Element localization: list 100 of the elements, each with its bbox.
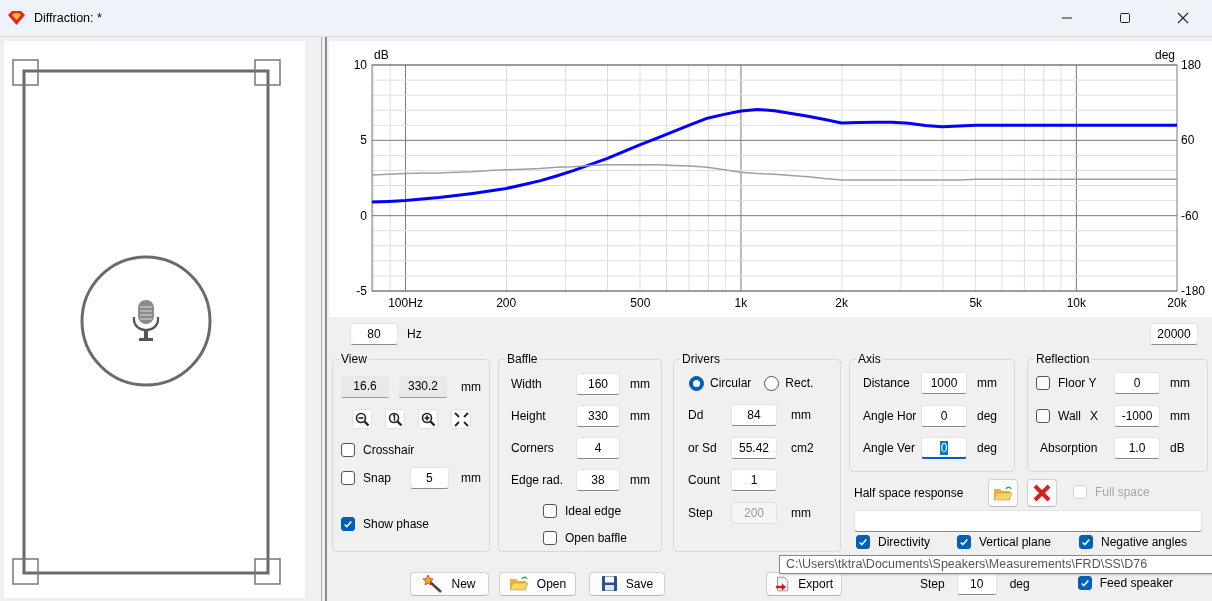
checkbox[interactable]: Open baffle [543, 530, 627, 545]
microphone-icon [132, 300, 160, 341]
input-field[interactable]: 20000 [1150, 323, 1198, 345]
zoom-reset-button[interactable] [385, 409, 405, 429]
new-button[interactable]: New [410, 571, 489, 596]
tick-label: 2k [835, 296, 848, 310]
field-label: Step [687, 505, 714, 520]
driver-circle[interactable] [80, 255, 212, 387]
input-field[interactable]: 160 [576, 373, 620, 395]
checkbox[interactable]: Feed speaker [1077, 576, 1174, 590]
input-field[interactable]: 80 [350, 323, 398, 345]
unit-label: Hz [407, 327, 422, 341]
tick-label: 100Hz [388, 296, 423, 310]
unit-label: mm [630, 409, 650, 423]
checkbox[interactable]: Negative angles [1079, 535, 1188, 549]
unit-label: cm2 [791, 440, 814, 455]
tick-label: 180 [1181, 58, 1202, 72]
unit-label: dB [1170, 441, 1185, 455]
input-field[interactable]: 0 [921, 437, 967, 459]
input-field[interactable]: 38 [576, 469, 620, 491]
tick-label: 60 [1181, 133, 1195, 148]
input-field[interactable]: -1000 [1114, 404, 1160, 427]
checkbox[interactable]: Crosshair [341, 443, 415, 457]
checkbox[interactable]: Show phase [341, 517, 430, 531]
close-icon[interactable] [1177, 12, 1189, 24]
input-field[interactable]: 1.0 [1114, 437, 1160, 459]
corner-handle[interactable] [254, 59, 281, 86]
checkbox: Full space [1073, 484, 1150, 499]
tick-label: 500 [630, 296, 651, 310]
group-title: Baffle [506, 352, 539, 366]
magnifier-one-icon [387, 411, 403, 427]
unit-label: mm [1170, 408, 1190, 423]
checkbox[interactable]: Floor Y [1036, 376, 1097, 390]
tick-label: 5k [969, 296, 983, 310]
field-label: Half space response [854, 486, 965, 500]
tick-label: 1k [734, 296, 748, 310]
save-button[interactable]: Save [589, 571, 665, 596]
axis-letter: X [1089, 408, 1098, 423]
checkmark-icon [1079, 578, 1090, 588]
tick-label: 200 [496, 296, 517, 310]
checkbox[interactable]: Directivity [856, 535, 930, 549]
input-field[interactable]: 84 [731, 404, 777, 426]
expand-arrows-icon [453, 411, 469, 427]
unit-label: mm [791, 505, 811, 520]
unit-label: deg [1009, 576, 1030, 591]
tick-label: -60 [1181, 208, 1199, 223]
group-title: View [340, 352, 368, 366]
fit-view-button[interactable] [451, 409, 471, 429]
checkbox[interactable]: Vertical plane [957, 535, 1052, 549]
cross-icon [1032, 483, 1052, 503]
field-label: Angle Hor [862, 408, 918, 423]
tick-label: 0 [360, 208, 367, 223]
input-field[interactable]: 4 [576, 437, 620, 459]
unit-label: mm [461, 380, 481, 394]
checkbox[interactable]: Wall [1036, 408, 1081, 423]
field-label: or Sd [687, 440, 718, 455]
input-field[interactable]: 0 [1114, 372, 1160, 394]
group-title: Reflection [1035, 352, 1091, 366]
coordinate-readout: 16.6 [341, 376, 389, 398]
input-field[interactable]: 10 [956, 572, 997, 595]
coordinate-readout: 330.2 [399, 376, 447, 398]
unit-label: mm [791, 408, 811, 422]
field-label: Edge rad. [510, 473, 565, 487]
open-button[interactable]: Open [499, 571, 576, 596]
folder-icon [508, 575, 529, 592]
window-title: Diffraction: * [34, 11, 102, 25]
unit-label: mm [630, 377, 650, 391]
checkmark-icon [858, 537, 868, 547]
magic-wand-icon [423, 574, 444, 593]
field-label: Corners [510, 441, 555, 455]
radio-button[interactable]: Circular [689, 375, 752, 391]
input-field[interactable]: 5 [409, 467, 449, 489]
unit-label: mm [630, 473, 650, 487]
field-label: Width [510, 377, 543, 391]
unit-label: deg [977, 441, 998, 455]
input-field[interactable]: 1 [731, 469, 777, 491]
tick-label: -180 [1181, 284, 1206, 298]
axis-label: deg [1154, 48, 1175, 62]
export-icon [775, 574, 791, 593]
corner-handle[interactable] [254, 558, 281, 585]
corner-handle[interactable] [12, 59, 39, 86]
input-field[interactable]: 0 [921, 404, 967, 427]
path-tooltip: C:\Users\tktra\Documents\Speakers\Measurements\FRD\SS\D76 [779, 555, 1212, 574]
delete-button[interactable] [1027, 479, 1057, 507]
axis-label: dB [374, 48, 389, 62]
checkbox[interactable]: Snap [341, 471, 392, 485]
zoom-in-button[interactable] [418, 409, 438, 429]
field-label: Dd [687, 408, 705, 422]
corner-handle[interactable] [12, 558, 39, 585]
tick-label: 20k [1167, 296, 1187, 310]
zoom-out-button[interactable] [352, 409, 372, 429]
input-field[interactable]: 1000 [921, 372, 967, 394]
input-field[interactable]: 330 [576, 405, 620, 427]
field-label: Angle Ver [862, 441, 917, 455]
file-path-field[interactable] [854, 510, 1202, 532]
radio-button[interactable]: Rect. [764, 375, 814, 391]
checkbox[interactable]: Ideal edge [543, 503, 622, 518]
input-field[interactable]: 55.42 [731, 436, 777, 459]
maximize-icon[interactable] [1119, 12, 1131, 24]
group-title: Axis [857, 352, 882, 366]
